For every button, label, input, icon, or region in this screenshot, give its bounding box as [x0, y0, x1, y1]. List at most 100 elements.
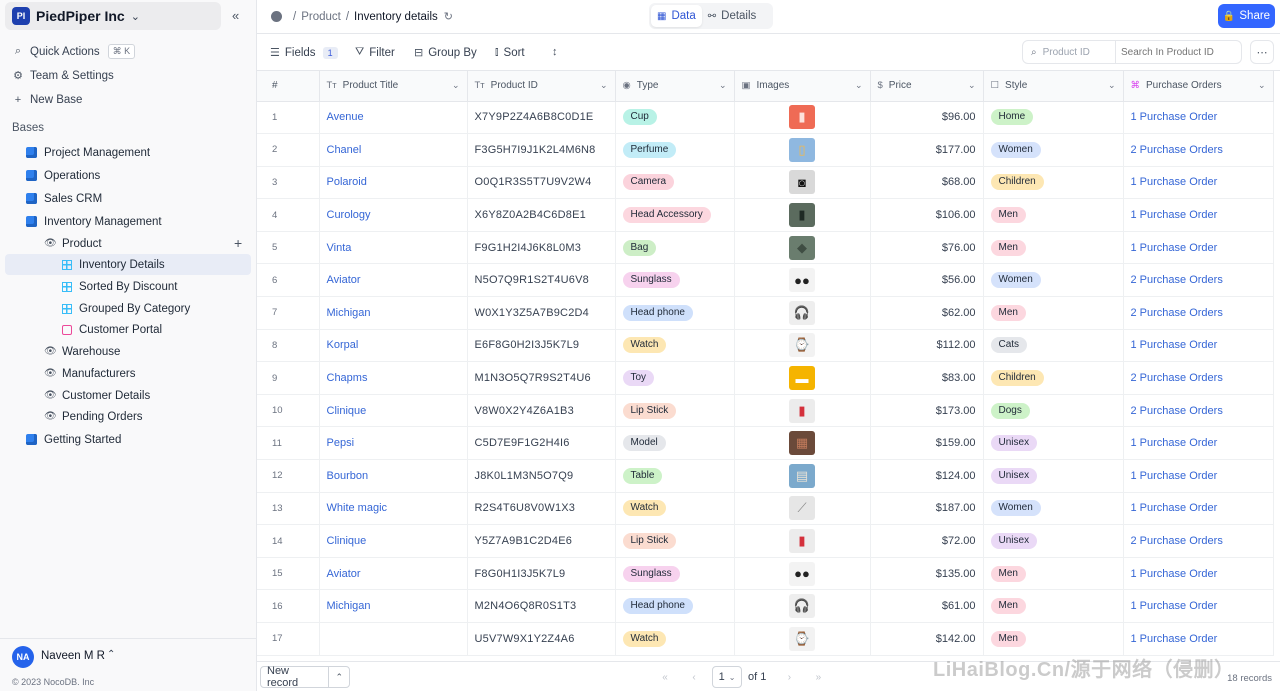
chevron-down-icon[interactable]: ⌄: [452, 80, 460, 91]
cell-product-id[interactable]: J8K0L1M3N5O7Q9: [467, 459, 616, 493]
cell-style[interactable]: Women: [983, 263, 1124, 298]
purchase-orders-link[interactable]: 1 Purchase Order: [1131, 111, 1218, 123]
cell-style[interactable]: Men: [983, 198, 1124, 232]
cell-purchase-orders[interactable]: 1 Purchase Order: [1123, 166, 1274, 200]
cell-type[interactable]: Head phone: [615, 589, 735, 623]
view-sorted-by-discount[interactable]: Sorted By Discount: [62, 276, 177, 297]
cell-price[interactable]: $72.00: [870, 524, 984, 558]
cell-purchase-orders[interactable]: 1 Purchase Order: [1123, 231, 1274, 265]
cell-price[interactable]: $159.00: [870, 426, 984, 461]
purchase-orders-link[interactable]: 1 Purchase Order: [1131, 568, 1218, 580]
new-record-button[interactable]: New record ⌃: [260, 665, 350, 689]
cell-type[interactable]: Bag: [615, 231, 735, 265]
col-header-price[interactable]: $ Price ⌄: [870, 71, 984, 102]
cell-images[interactable]: ▤: [734, 459, 871, 493]
sort-button[interactable]: ⫾ Sort: [495, 46, 525, 59]
base-sales-crm[interactable]: Sales CRM: [26, 188, 102, 209]
cell-product-title[interactable]: Polaroid: [319, 166, 468, 200]
cell-images[interactable]: ◆: [734, 231, 871, 265]
purchase-orders-link[interactable]: 1 Purchase Order: [1131, 470, 1218, 482]
purchase-orders-link[interactable]: 2 Purchase Orders: [1131, 372, 1223, 384]
cell-product-id[interactable]: N5O7Q9R1S2T4U6V8: [467, 263, 616, 298]
cell-product-id[interactable]: W0X1Y3Z5A7B9C2D4: [467, 296, 616, 330]
tab-data[interactable]: ▦ Data: [651, 5, 702, 27]
group-by-button[interactable]: ⊟ Group By: [414, 46, 477, 60]
share-button[interactable]: 🔒 Share: [1218, 4, 1275, 28]
page-select[interactable]: 1 ⌄: [712, 666, 742, 688]
cell-purchase-orders[interactable]: 2 Purchase Orders: [1123, 524, 1274, 558]
table-row[interactable]: 6 Aviator N5O7Q9R1S2T4U6V8 Sunglass ●● $56.00…: [257, 263, 1274, 298]
table-row[interactable]: 7 Michigan W0X1Y3Z5A7B9C2D4 Head phone 🎧 $62.…: [257, 296, 1274, 330]
product-image[interactable]: ▮: [789, 105, 815, 130]
cell-purchase-orders[interactable]: 1 Purchase Order: [1123, 459, 1274, 493]
table-pending-orders[interactable]: 👁 Pending Orders: [44, 406, 143, 427]
cell-images[interactable]: ●●: [734, 557, 871, 591]
cell-product-title[interactable]: Curology: [319, 198, 468, 232]
cell-style[interactable]: Cats: [983, 329, 1124, 363]
prev-page-icon[interactable]: ‹: [683, 666, 705, 688]
product-image[interactable]: ◙: [789, 170, 815, 195]
product-image[interactable]: ▬: [789, 366, 815, 391]
col-header-purchase-orders[interactable]: ⌘ Purchase Orders ⌄: [1123, 71, 1274, 102]
table-row[interactable]: 4 Curology X6Y8Z0A2B4C6D8E1 Head Accessory ▮…: [257, 198, 1274, 232]
col-header-images[interactable]: ▣ Images ⌄: [734, 71, 871, 102]
row-height-button[interactable]: ↕: [552, 46, 563, 58]
cell-price[interactable]: $124.00: [870, 459, 984, 493]
base-inventory-management[interactable]: Inventory Management: [26, 211, 162, 232]
product-image[interactable]: ●●: [789, 268, 815, 293]
chevron-down-icon[interactable]: ⌄: [1258, 80, 1266, 91]
chevron-down-icon[interactable]: ⌄: [1108, 80, 1116, 91]
cell-product-id[interactable]: F8G0H1I3J5K7L9: [467, 557, 616, 591]
collapse-sidebar-icon[interactable]: «: [232, 8, 239, 23]
table-customer-details[interactable]: 👁 Customer Details: [44, 385, 150, 406]
table-row[interactable]: 3 Polaroid O0Q1R3S5T7U9V2W4 Camera ◙ $68.00 Ch…: [257, 166, 1274, 200]
cell-product-id[interactable]: Y5Z7A9B1C2D4E6: [467, 524, 616, 558]
filter-button[interactable]: ⛛ Filter: [355, 46, 395, 59]
cell-style[interactable]: Unisex: [983, 524, 1124, 558]
more-options-button[interactable]: ⋯: [1250, 40, 1274, 64]
cell-images[interactable]: ▬: [734, 361, 871, 395]
cell-type[interactable]: Head phone: [615, 296, 735, 330]
table-manufacturers[interactable]: 👁 Manufacturers: [44, 363, 136, 384]
cell-style[interactable]: Women: [983, 492, 1124, 526]
product-image[interactable]: ▯: [789, 137, 815, 162]
cell-price[interactable]: $68.00: [870, 166, 984, 200]
table-row[interactable]: 1 Avenue X7Y9P2Z4A6B8C0D1E Cup ▮ $96.00 Home 1 …: [257, 101, 1274, 135]
cell-price[interactable]: $106.00: [870, 198, 984, 232]
cell-product-title[interactable]: White magic: [319, 492, 468, 526]
cell-purchase-orders[interactable]: 1 Purchase Order: [1123, 557, 1274, 591]
cell-style[interactable]: Unisex: [983, 426, 1124, 461]
cell-images[interactable]: ⟋: [734, 492, 871, 526]
product-image[interactable]: 🎧: [789, 594, 815, 619]
product-image[interactable]: ▮: [789, 398, 815, 423]
search-field-select[interactable]: ⌕ Product ID: [1023, 41, 1116, 63]
cell-type[interactable]: Toy: [615, 361, 735, 395]
cell-product-id[interactable]: X6Y8Z0A2B4C6D8E1: [467, 198, 616, 232]
purchase-orders-link[interactable]: 2 Purchase Orders: [1131, 274, 1223, 286]
user-menu[interactable]: NA Naveen M R ⌃ © 2023 NocoDB. Inc: [0, 638, 256, 691]
purchase-orders-link[interactable]: 2 Purchase Orders: [1131, 405, 1223, 417]
purchase-orders-link[interactable]: 1 Purchase Order: [1131, 633, 1218, 645]
product-image[interactable]: ⌚: [789, 333, 815, 358]
col-header-product-title[interactable]: Tт Product Title ⌄: [319, 71, 468, 102]
cell-images[interactable]: ▮: [734, 101, 871, 135]
cell-product-title[interactable]: [319, 622, 468, 656]
cell-price[interactable]: $142.00: [870, 622, 984, 656]
cell-product-id[interactable]: O0Q1R3S5T7U9V2W4: [467, 166, 616, 200]
table-row[interactable]: 5 Vinta F9G1H2I4J6K8L0M3 Bag ◆ $76.00 Men 1 Pur…: [257, 231, 1274, 265]
table-row[interactable]: 16 Michigan M2N4O6Q8R0S1T3 Head phone 🎧 $61.0…: [257, 589, 1274, 623]
table-product[interactable]: 👁 Product: [44, 233, 102, 254]
cell-purchase-orders[interactable]: 1 Purchase Order: [1123, 198, 1274, 232]
cell-style[interactable]: Unisex: [983, 459, 1124, 493]
next-page-icon[interactable]: ›: [778, 666, 800, 688]
view-customer-portal[interactable]: Customer Portal: [62, 319, 162, 340]
purchase-orders-link[interactable]: 1 Purchase Order: [1131, 437, 1218, 449]
product-image[interactable]: ⟋: [789, 496, 815, 521]
cell-price[interactable]: $61.00: [870, 589, 984, 623]
cell-price[interactable]: $173.00: [870, 394, 984, 428]
cell-product-title[interactable]: Bourbon: [319, 459, 468, 493]
cell-purchase-orders[interactable]: 1 Purchase Order: [1123, 426, 1274, 461]
cell-purchase-orders[interactable]: 2 Purchase Orders: [1123, 133, 1274, 167]
cell-product-title[interactable]: Aviator: [319, 263, 468, 298]
new-base[interactable]: + New Base: [12, 94, 83, 106]
